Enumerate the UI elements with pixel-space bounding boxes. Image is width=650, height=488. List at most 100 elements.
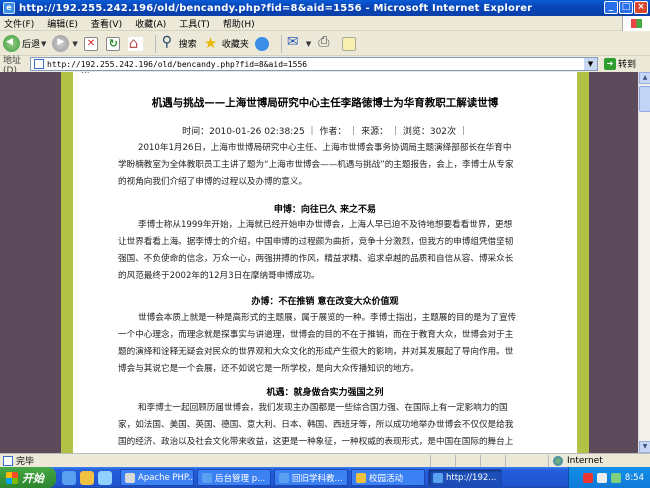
go-button[interactable]: ➜ 转到: [604, 57, 636, 70]
quick-launch: [62, 470, 112, 485]
taskbar-item[interactable]: 回旧学科教...: [274, 469, 348, 486]
section-heading: 办博：不在推销 意在改变大众价值观: [251, 297, 399, 307]
clock: 8:54: [624, 472, 644, 483]
star-icon: [203, 34, 220, 52]
home-button[interactable]: [127, 34, 145, 52]
edit-icon: [342, 36, 357, 51]
media-button[interactable]: [254, 36, 271, 51]
folder-icon: [356, 472, 366, 483]
scroll-up-icon[interactable]: ▲: [639, 72, 650, 84]
section-paragraph: 世博会本质上就是一种是高形式的主题展，属于展览的一种。李博士指出，主题展的目的是…: [118, 310, 518, 378]
address-url[interactable]: http://192.255.242.196/old/bencandy.php?…: [47, 60, 307, 69]
app-icon: [125, 472, 135, 483]
forward-button[interactable]: ▼: [52, 35, 78, 52]
menu-file[interactable]: 文件(F): [4, 17, 34, 30]
security-zone: Internet: [548, 455, 603, 467]
page-border-left: [61, 72, 73, 453]
menu-bar: 文件(F) 编辑(E) 查看(V) 收藏(A) 工具(T) 帮助(H): [0, 16, 650, 31]
address-dropdown-icon[interactable]: ▼: [584, 58, 597, 70]
start-label: 开始: [22, 471, 44, 485]
scroll-down-icon[interactable]: ▼: [639, 441, 650, 453]
toolbar: 后退 ▼ ▼ 搜索 收藏夹 ▼: [0, 32, 650, 56]
print-button[interactable]: [317, 34, 336, 52]
section-paragraph-text: 和李博士一起回顾历届世博会，我们发现主办国都是一些综合国力强、在国际上有一定影响…: [118, 403, 514, 447]
windows-flag-icon: [622, 16, 650, 31]
stop-icon: [83, 36, 98, 51]
maximize-button[interactable]: □: [619, 1, 633, 14]
content-viewport: ... 机遇与挑战——上海世博局研究中心主任李路徳博士为华育教职工解读世博 时间…: [0, 72, 638, 453]
close-button[interactable]: ×: [634, 1, 648, 14]
favorites-label: 收藏夹: [221, 40, 249, 50]
article-page: ... 机遇与挑战——上海世博局研究中心主任李路徳博士为华育教职工解读世博 时间…: [73, 72, 577, 453]
globe-icon: [553, 456, 563, 466]
ie-quicklaunch-icon[interactable]: [62, 470, 76, 485]
search-label: 搜索: [178, 40, 197, 50]
network-icon[interactable]: [610, 472, 621, 483]
home-icon: [127, 34, 143, 52]
windows-logo-icon: [6, 471, 18, 484]
page-border-right: [577, 72, 589, 453]
search-button[interactable]: 搜索: [160, 34, 197, 52]
taskbar-item[interactable]: 校园活动: [351, 469, 425, 486]
status-text: 完毕: [16, 457, 35, 467]
chevron-down-icon[interactable]: ▼: [72, 40, 77, 48]
status-divider: [430, 455, 431, 467]
section-paragraph-text: 李博士称从1999年开始，上海就已经开始申办世博会，上海人早已迫不及待地想要看看…: [118, 220, 514, 281]
chevron-down-icon[interactable]: ▼: [41, 40, 46, 48]
section-paragraph-text: 世博会本质上就是一种是高形式的主题展，属于展览的一种。李博士指出，主题展的目的是…: [118, 313, 517, 374]
media-icon: [254, 36, 269, 51]
chevron-down-icon[interactable]: ▼: [306, 40, 311, 48]
menu-favorites[interactable]: 收藏(A): [135, 17, 166, 30]
search-icon: [160, 34, 177, 52]
refresh-icon: [105, 36, 120, 51]
folder-quicklaunch-icon[interactable]: [80, 470, 94, 485]
ie-icon: e: [3, 2, 15, 14]
breadcrumb[interactable]: ...: [81, 72, 90, 76]
address-input[interactable]: http://192.255.242.196/old/bencandy.php?…: [30, 57, 598, 71]
taskbar: 开始 Apache PHP... 后台管理 p... 回旧学科教... 校园活动…: [0, 467, 650, 488]
vertical-scrollbar[interactable]: ▲ ▼: [638, 72, 650, 453]
taskbar-item-active[interactable]: http://192...: [428, 469, 502, 486]
go-label: 转到: [618, 60, 637, 70]
taskbar-item-label: Apache PHP...: [138, 472, 194, 483]
edit-button[interactable]: [342, 36, 358, 51]
start-button[interactable]: 开始: [0, 467, 56, 488]
section-heading: 申博：向往已久 来之不易: [273, 205, 377, 215]
section-paragraph: 和李博士一起回顾历届世博会，我们发现主办国都是一些综合国力强、在国际上有一定影响…: [118, 400, 518, 453]
page-done-icon: [3, 455, 13, 466]
article-meta: 时间：2010-01-26 02:38:25 ｜ 作者： ｜ 来源： ｜ 浏览：…: [182, 127, 468, 137]
menu-edit[interactable]: 编辑(E): [47, 17, 78, 30]
ie-icon: [433, 472, 443, 483]
tray-app-icon[interactable]: [582, 472, 593, 483]
ie-icon: [279, 472, 289, 483]
menu-help[interactable]: 帮助(H): [223, 17, 255, 30]
status-divider: [505, 455, 506, 467]
volume-icon[interactable]: [596, 472, 607, 483]
favorites-button[interactable]: 收藏夹: [203, 34, 249, 52]
minimize-button[interactable]: _: [604, 1, 618, 14]
mail-button[interactable]: ▼: [286, 34, 311, 52]
article-title: 机遇与挑战——上海世博局研究中心主任李路徳博士为华育教职工解读世博: [151, 97, 499, 109]
menu-tools[interactable]: 工具(T): [179, 17, 210, 30]
window-title: http://192.255.242.196/old/bencandy.php?…: [19, 2, 533, 14]
address-bar: 地址(D) http://192.255.242.196/old/bencand…: [0, 56, 650, 76]
window-controls: _ □ ×: [604, 1, 648, 14]
desktop-quicklaunch-icon[interactable]: [98, 470, 112, 485]
article-intro: 2010年1月26日，上海市世博局研究中心主任、上海市世博会事务协调局主题演绎部…: [118, 140, 518, 191]
mail-icon: [286, 34, 303, 52]
back-button[interactable]: 后退 ▼: [3, 35, 46, 52]
window-titlebar: e http://192.255.242.196/old/bencandy.ph…: [0, 0, 650, 16]
status-divider: [480, 455, 481, 467]
scroll-thumb[interactable]: [639, 86, 650, 112]
back-arrow-icon: [3, 35, 20, 52]
menu-view[interactable]: 查看(V): [91, 17, 122, 30]
taskbar-item[interactable]: 后台管理 p...: [197, 469, 271, 486]
refresh-button[interactable]: [105, 36, 122, 51]
taskbar-item-label: 校园活动: [369, 473, 404, 484]
printer-icon: [317, 34, 334, 52]
taskbar-item[interactable]: Apache PHP...: [120, 469, 194, 486]
article-intro-text: 2010年1月26日，上海市世博局研究中心主任、上海市世博会事务协调局主题演绎部…: [118, 143, 514, 187]
stop-button[interactable]: [83, 36, 100, 51]
taskbar-item-label: 后台管理 p...: [215, 473, 266, 484]
page-icon: [34, 59, 44, 69]
